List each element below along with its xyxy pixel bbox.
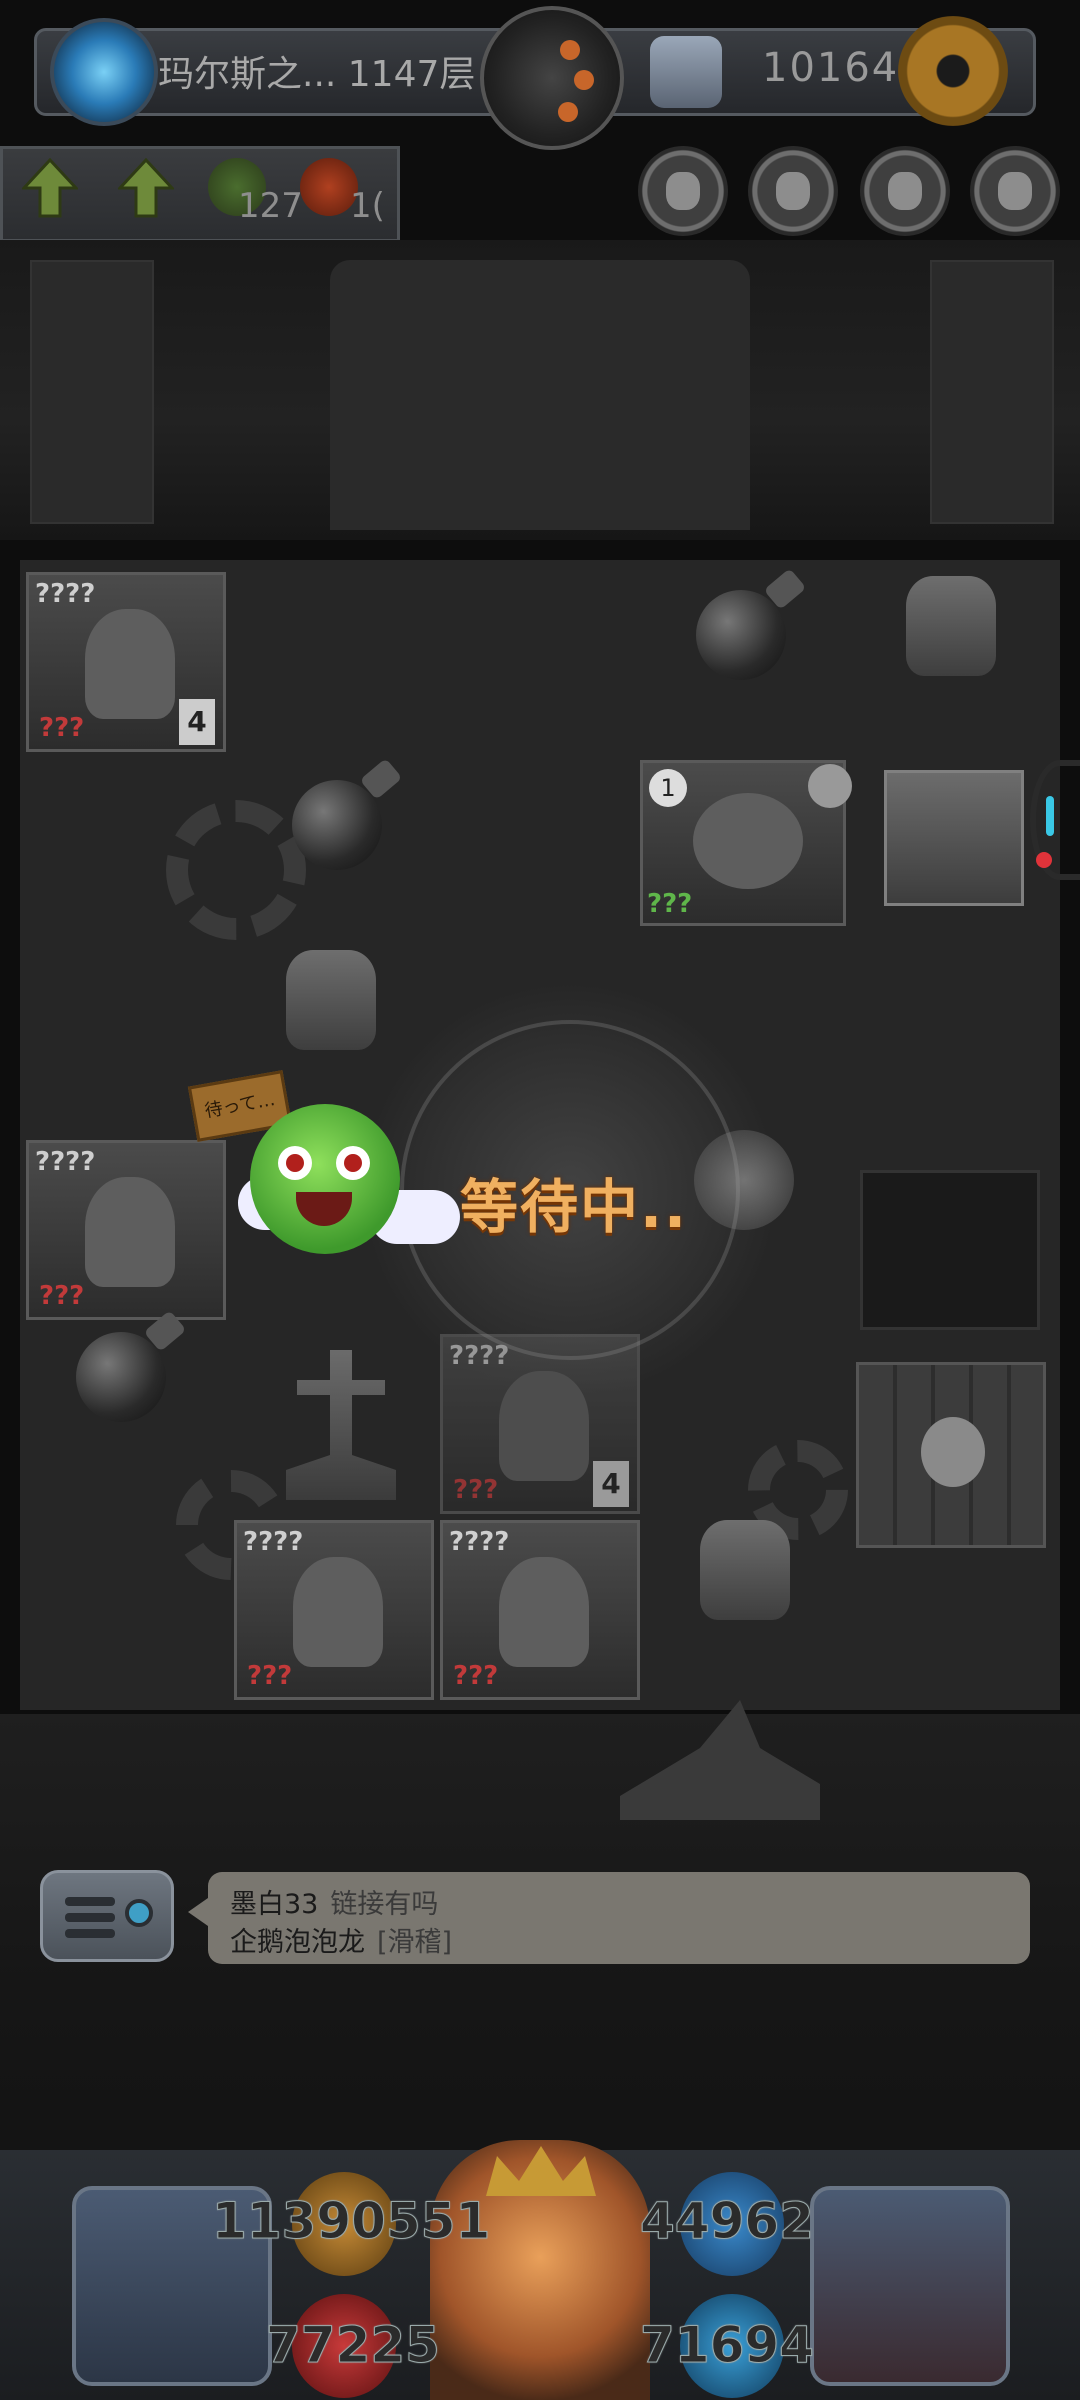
currency-value: 10164( — [762, 45, 917, 91]
card-stat: ??? — [647, 889, 693, 919]
skill-slot-1-button[interactable] — [638, 146, 728, 236]
stone-tablet-icon[interactable] — [700, 1520, 790, 1620]
card-level: 4 — [593, 1461, 629, 1507]
unknown-monster-card[interactable]: ???? ??? 4 — [26, 572, 226, 752]
cog-decoration — [166, 800, 306, 940]
stat-defense: 44962 — [640, 2192, 815, 2251]
chat-text: [滑稽] — [377, 1927, 453, 1958]
card-stat: ??? — [453, 1661, 499, 1691]
map-scroll-icon[interactable] — [884, 770, 1024, 906]
stat-attack: 11390551 — [211, 2192, 491, 2251]
upgrade-arrow-icon[interactable] — [116, 157, 176, 218]
upgrade-arrow-icon[interactable] — [20, 157, 80, 218]
locked-door[interactable] — [856, 1362, 1046, 1548]
loading-mascot — [250, 1104, 400, 1254]
pillar-left — [30, 260, 154, 524]
card-stat: ??? — [453, 1475, 499, 1505]
sword-badge-icon — [808, 764, 852, 808]
portal-icon[interactable] — [50, 18, 158, 126]
bomb-icon[interactable] — [292, 780, 382, 870]
unknown-monster-card[interactable]: ???? ??? — [440, 1520, 640, 1700]
resource-count-1: 127 — [238, 186, 303, 226]
floor-label: 玛尔斯之... 1147层 — [158, 54, 476, 95]
bomb-icon[interactable] — [76, 1332, 166, 1422]
unknown-monster-card[interactable]: ???? ??? — [26, 1140, 226, 1320]
card-stat: ??? — [39, 1281, 85, 1311]
chat-username: 墨白33 — [230, 1889, 319, 1920]
waiting-status-text: 等待中.. — [460, 1173, 689, 1241]
stone-tablet-icon[interactable] — [286, 950, 376, 1050]
dungeon-gate — [330, 260, 750, 530]
lock-icon — [921, 1417, 985, 1487]
card-name: ???? — [35, 579, 96, 609]
chat-preview[interactable]: 墨白33 链接有吗 企鹅泡泡龙 [滑稽] — [188, 1872, 1030, 1964]
card-stat: ??? — [247, 1661, 293, 1691]
card-stat: ??? — [39, 713, 85, 743]
unknown-monster-card[interactable]: ???? ??? — [234, 1520, 434, 1700]
pillar-right — [930, 260, 1054, 524]
chat-message-2: 企鹅泡泡龙 [滑稽] — [230, 1920, 452, 1959]
stat-mana: 71694 — [640, 2316, 815, 2375]
hero-portrait[interactable] — [430, 2140, 650, 2400]
notification-dot — [1036, 852, 1052, 868]
crown-icon — [486, 2146, 596, 2196]
inventory-button[interactable] — [810, 2186, 1010, 2386]
bomb-icon[interactable] — [696, 590, 786, 680]
chat-username: 企鹅泡泡龙 — [230, 1927, 365, 1958]
card-name: ???? — [449, 1527, 510, 1557]
monster-silhouette — [499, 1557, 589, 1667]
chat-text: 链接有吗 — [330, 1889, 439, 1920]
card-level: 4 — [179, 699, 215, 745]
card-name: ???? — [243, 1527, 304, 1557]
monster-silhouette — [85, 1177, 175, 1287]
stat-health: 77225 — [266, 2316, 441, 2375]
shield-icon — [650, 36, 722, 108]
chat-menu-button[interactable] — [40, 1870, 174, 1962]
skill-slot-2-button[interactable] — [748, 146, 838, 236]
card-name: ???? — [35, 1147, 96, 1177]
stone-tablet-icon[interactable] — [906, 576, 996, 676]
skill-slot-4-button[interactable] — [970, 146, 1060, 236]
monster-silhouette — [85, 609, 175, 719]
pumpkin-icon — [693, 793, 803, 889]
chat-indicator-icon — [125, 1899, 153, 1927]
chat-message-1: 墨白33 链接有吗 — [230, 1882, 438, 1921]
skill-slot-3-button[interactable] — [860, 146, 950, 236]
monster-silhouette — [293, 1557, 383, 1667]
resource-count-2: 1( — [350, 186, 385, 226]
settings-gear-icon[interactable] — [898, 16, 1008, 126]
broken-wall-tile — [860, 1170, 1040, 1330]
card-level: 1 — [649, 769, 687, 807]
element-wheel-icon[interactable] — [480, 6, 624, 150]
